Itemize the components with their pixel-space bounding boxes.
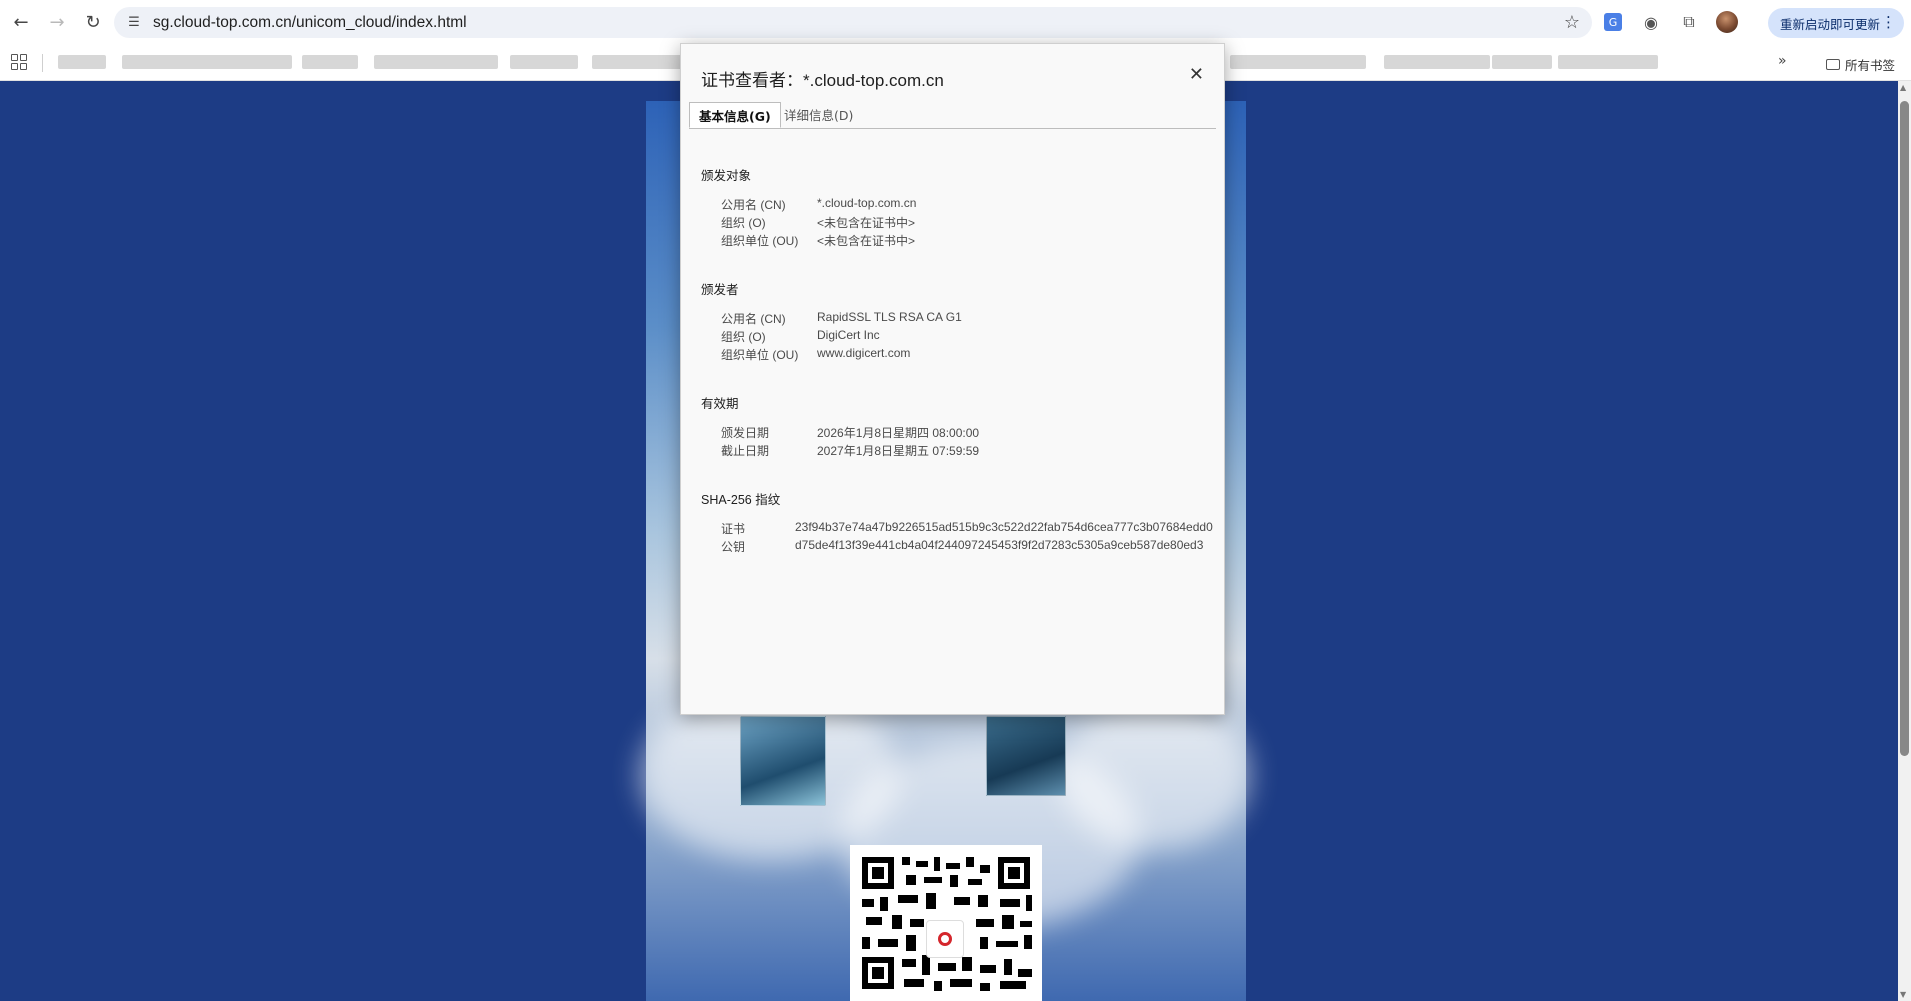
issued-by-ou-row: 组织单位 (OU) www.digicert.com [721, 346, 910, 363]
browser-toolbar: ← → ↻ ☰ sg.cloud-top.com.cn/unicom_cloud… [0, 0, 1911, 45]
profile-button[interactable] [1714, 8, 1740, 36]
dialog-title: 证书查看者：*.cloud-top.com.cn [701, 71, 944, 90]
field-value: <未包含在证书中> [817, 216, 916, 230]
field-value: 2027年1月8日星期五 07:59:59 [817, 444, 980, 458]
tab-basic-info[interactable]: 基本信息(G) [689, 102, 781, 128]
field-label: 证书 [721, 522, 746, 536]
puzzle-icon: ⧉ [1683, 12, 1695, 31]
bookmark-item[interactable] [592, 55, 682, 69]
cert-fingerprint-row: 证书 23f94b37e74a47b9226515ad515b9c3c522d2… [721, 520, 1213, 537]
extension-circle-icon: ◉ [1644, 12, 1658, 32]
issued-by-heading: 颁发者 [701, 283, 739, 297]
field-value: *.cloud-top.com.cn [817, 196, 917, 210]
close-button[interactable]: ✕ [1189, 64, 1204, 85]
field-value: 2026年1月8日星期四 08:00:00 [817, 426, 980, 440]
update-button[interactable]: 重新启动即可更新 ⋮ [1768, 8, 1904, 38]
bookmarks-divider [42, 54, 43, 72]
site-info-icon[interactable]: ☰ [123, 15, 145, 30]
field-label: 颁发日期 [721, 426, 770, 440]
lab-photo [740, 716, 826, 806]
bookmark-item[interactable] [374, 55, 498, 69]
cloud-decoration [1060, 700, 1250, 850]
issued-to-ou-row: 组织单位 (OU) <未包含在证书中> [721, 232, 915, 249]
all-bookmarks-button[interactable]: 所有书签 [1826, 55, 1895, 74]
tab-details[interactable]: 详细信息(D) [775, 102, 862, 127]
issued-to-cn-row: 公用名 (CN) *.cloud-top.com.cn [721, 196, 916, 213]
translate-button[interactable]: G [1600, 8, 1626, 36]
arrow-right-icon: → [49, 12, 65, 33]
bookmark-item[interactable] [302, 55, 358, 69]
field-label: 组织 (O) [721, 330, 766, 344]
certificate-viewer-dialog: 证书查看者：*.cloud-top.com.cn ✕ 基本信息(G) 详细信息(… [680, 43, 1225, 715]
validity-heading: 有效期 [701, 397, 739, 411]
field-label: 组织单位 (OU) [721, 348, 799, 362]
all-bookmarks-label: 所有书签 [1845, 58, 1896, 73]
dialog-tabs: 基本信息(G) 详细信息(D) [689, 102, 1216, 129]
bookmark-star-icon[interactable]: ☆ [1564, 12, 1580, 33]
field-value: www.digicert.com [817, 346, 911, 360]
folder-icon [1826, 59, 1840, 70]
field-value: 23f94b37e74a47b9226515ad515b9c3c522d22fa… [795, 520, 1213, 534]
extensions-menu-button[interactable]: ⧉ [1676, 8, 1702, 36]
logo-icon [938, 932, 952, 946]
issued-to-o-row: 组织 (O) <未包含在证书中> [721, 214, 915, 231]
field-value: <未包含在证书中> [817, 234, 916, 248]
bookmark-item[interactable] [1558, 55, 1658, 69]
field-label: 公钥 [721, 540, 746, 554]
update-button-label: 重新启动即可更新 [1780, 16, 1881, 32]
bookmark-item[interactable] [58, 55, 106, 69]
field-label: 公用名 (CN) [721, 312, 786, 326]
qr-center-logo [926, 920, 964, 958]
page-scrollbar[interactable]: ▲ ▼ [1898, 81, 1911, 1001]
issued-by-o-row: 组织 (O) DigiCert Inc [721, 328, 880, 345]
robot-photo [986, 716, 1066, 796]
reload-button[interactable]: ↻ [78, 8, 108, 38]
extension-button[interactable]: ◉ [1638, 8, 1664, 36]
pubkey-fingerprint-row: 公钥 d75de4f13f39e441cb4a04f244097245453f9… [721, 538, 1203, 555]
field-label: 截止日期 [721, 444, 770, 458]
bookmark-item[interactable] [1230, 55, 1366, 69]
scroll-up-icon[interactable]: ▲ [1900, 83, 1906, 92]
field-label: 公用名 (CN) [721, 198, 786, 212]
issued-by-cn-row: 公用名 (CN) RapidSSL TLS RSA CA G1 [721, 310, 962, 327]
reload-icon: ↻ [85, 12, 101, 33]
arrow-left-icon: ← [13, 12, 29, 33]
translate-icon: G [1604, 13, 1622, 31]
field-value: RapidSSL TLS RSA CA G1 [817, 310, 962, 324]
url-text: sg.cloud-top.com.cn/unicom_cloud/index.h… [153, 13, 467, 31]
apps-grid-icon[interactable] [11, 54, 27, 70]
forward-button[interactable]: → [42, 8, 72, 38]
toolbar-extensions: G ◉ ⧉ [1600, 8, 1740, 36]
expiry-date-row: 截止日期 2027年1月8日星期五 07:59:59 [721, 442, 979, 459]
scroll-down-icon[interactable]: ▼ [1900, 990, 1906, 999]
field-label: 组织单位 (OU) [721, 234, 799, 248]
more-bookmarks-button[interactable]: » [1778, 53, 1787, 69]
address-bar[interactable]: ☰ sg.cloud-top.com.cn/unicom_cloud/index… [114, 7, 1592, 38]
field-value: d75de4f13f39e441cb4a04f244097245453f9f2d… [795, 538, 1204, 552]
scrollbar-thumb[interactable] [1900, 101, 1909, 756]
bookmark-item[interactable] [1492, 55, 1552, 69]
more-vert-icon: ⋮ [1881, 13, 1896, 31]
bookmark-item[interactable] [1384, 55, 1490, 69]
close-icon: ✕ [1188, 64, 1204, 85]
avatar [1716, 11, 1738, 33]
back-button[interactable]: ← [6, 8, 36, 38]
issue-date-row: 颁发日期 2026年1月8日星期四 08:00:00 [721, 424, 979, 441]
bookmark-item[interactable] [122, 55, 292, 69]
field-value: DigiCert Inc [817, 328, 880, 342]
bookmark-item[interactable] [510, 55, 578, 69]
issued-to-heading: 颁发对象 [701, 169, 752, 183]
fingerprint-heading: SHA-256 指纹 [701, 493, 781, 507]
field-label: 组织 (O) [721, 216, 766, 230]
